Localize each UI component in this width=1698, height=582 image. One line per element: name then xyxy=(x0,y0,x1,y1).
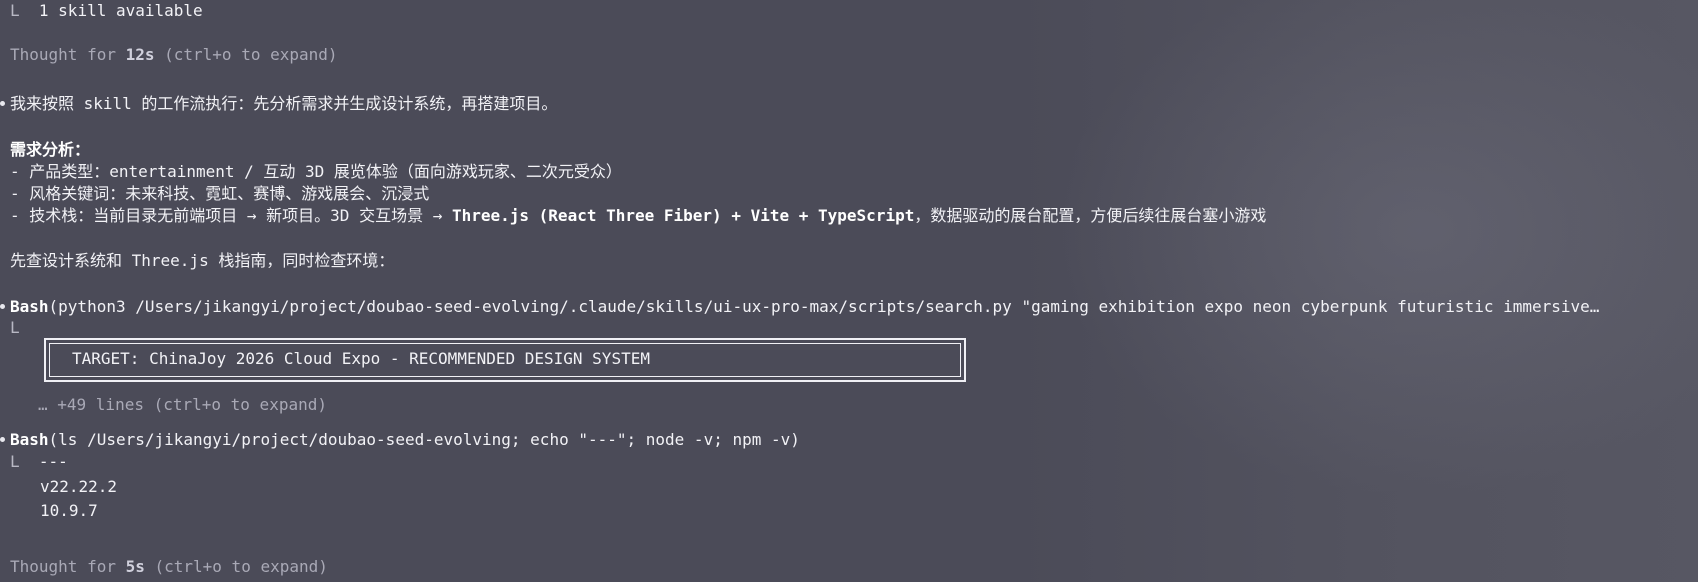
bash-output-line-1: L --- xyxy=(10,452,68,472)
tree-connector: L xyxy=(10,452,20,471)
bash-call-env[interactable]: Bash(ls /Users/jikangyi/project/doubao-s… xyxy=(10,430,800,450)
bash-tool-label: Bash xyxy=(10,430,49,449)
bash-args: (python3 /Users/jikangyi/project/doubao-… xyxy=(48,297,1600,316)
tool-bullet-icon xyxy=(0,304,5,309)
assistant-intro: 我来按照 skill 的工作流执行：先分析需求并生成设计系统，再搭建项目。 xyxy=(10,94,558,113)
thought-prefix: Thought for xyxy=(10,557,126,576)
banner-text: TARGET: ChinaJoy 2026 Cloud Expo - RECOM… xyxy=(72,349,650,368)
tool-bullet-icon xyxy=(0,437,5,442)
expand-more-lines[interactable]: … +49 lines (ctrl+o to expand) xyxy=(38,395,327,415)
check-line: 先查设计系统和 Three.js 栈指南，同时检查环境： xyxy=(10,251,395,270)
analysis-heading: 需求分析： xyxy=(10,140,91,159)
bash-output-node-version: v22.22.2 xyxy=(40,477,118,496)
thought-toggle-2[interactable]: Thought for 5s (ctrl+o to expand) xyxy=(10,557,328,577)
analysis-item-style: - 风格关键词：未来科技、霓虹、赛博、游戏展会、沉浸式 xyxy=(10,184,430,203)
thought-suffix: (ctrl+o to expand) xyxy=(154,45,338,64)
thought-suffix: (ctrl+o to expand) xyxy=(144,557,328,576)
skill-count-line: L 1 skill available xyxy=(10,1,203,21)
thought-toggle-1[interactable]: Thought for 12s (ctrl+o to expand) xyxy=(10,45,338,65)
tech-stack-bold: Three.js (React Three Fiber) + Vite + Ty… xyxy=(451,206,915,225)
tech-suffix: ，数据驱动的展台配置，方便后续往展台塞小游戏 xyxy=(914,206,1267,225)
analysis-item-product: - 产品类型：entertainment / 互动 3D 展览体验（面向游戏玩家… xyxy=(10,162,622,181)
bash-args: (ls /Users/jikangyi/project/doubao-seed-… xyxy=(48,430,800,449)
analysis-item-tech: - 技术栈：当前目录无前端项目 → 新项目。3D 交互场景 → Three.js… xyxy=(10,206,1266,226)
bash-output-npm-version: 10.9.7 xyxy=(40,501,98,520)
output-separator: --- xyxy=(38,452,68,471)
skill-count-text: 1 skill available xyxy=(38,1,203,20)
terminal-background xyxy=(0,0,1698,582)
bash-call-search[interactable]: Bash(python3 /Users/jikangyi/project/dou… xyxy=(10,297,1599,317)
tree-connector: L xyxy=(10,1,20,20)
thought-duration: 12s xyxy=(125,45,155,64)
tree-connector: L xyxy=(10,318,20,337)
message-bullet-icon xyxy=(0,101,5,106)
thought-prefix: Thought for xyxy=(10,45,126,64)
tech-prefix: - 技术栈：当前目录无前端项目 → 新项目。3D 交互场景 → xyxy=(10,206,452,225)
bash-tool-label: Bash xyxy=(10,297,49,316)
thought-duration: 5s xyxy=(125,557,145,576)
design-system-banner: TARGET: ChinaJoy 2026 Cloud Expo - RECOM… xyxy=(44,338,966,382)
